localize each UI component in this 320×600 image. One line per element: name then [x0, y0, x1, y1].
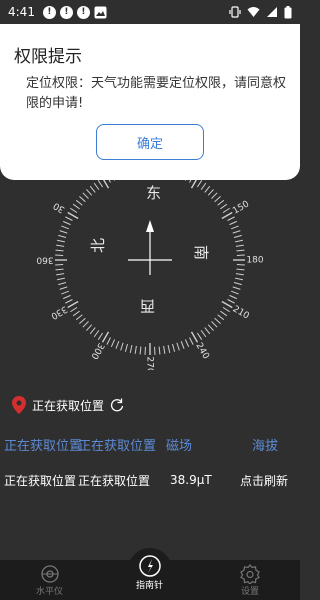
dialog-message: 定位权限：天气功能需要定位权限，请同意权限的申请! — [26, 76, 287, 111]
permission-dialog: 权限提示 定位权限：天气功能需要定位权限，请同意权限的申请! 确定 — [0, 24, 300, 180]
confirm-button[interactable]: 确定 — [96, 124, 204, 160]
dialog-title: 权限提示 — [14, 47, 82, 67]
